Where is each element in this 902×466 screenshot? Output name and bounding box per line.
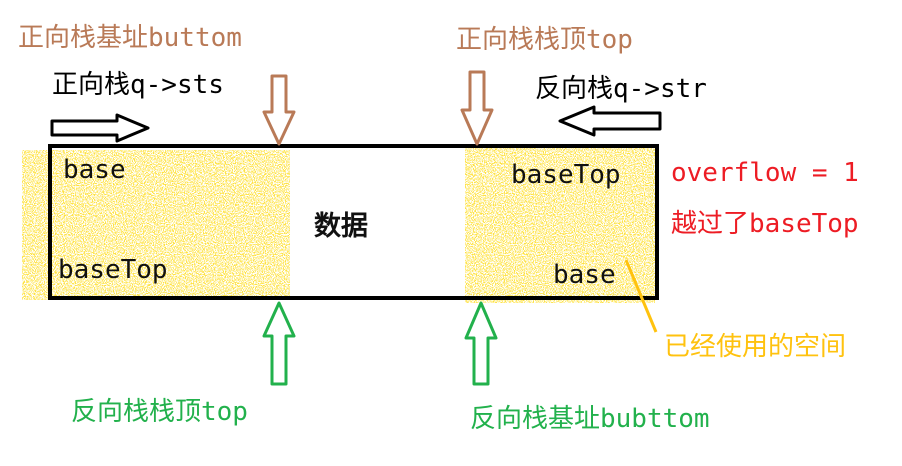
reverse-base-label: 反向栈基址bubttom — [470, 404, 710, 434]
right-basetop-label: baseTop — [511, 160, 621, 190]
up-arrow-icon — [464, 301, 498, 386]
down-arrow-icon — [460, 70, 494, 146]
right-base-label: base — [553, 260, 616, 290]
left-base-label: base — [63, 155, 126, 185]
left-basetop-label: baseTop — [58, 255, 168, 285]
crossed-basetop-label: 越过了baseTop — [671, 209, 859, 239]
forward-top-label: 正向栈栈顶top — [456, 25, 633, 55]
right-arrow-icon — [50, 113, 150, 143]
left-arrow-icon — [558, 105, 662, 137]
down-arrow-icon — [262, 74, 296, 146]
forward-base-label: 正向栈基址buttom — [18, 23, 242, 53]
forward-stack-label: 正向栈q->sts — [52, 70, 224, 100]
data-label: 数据 — [314, 211, 368, 242]
reverse-top-label: 反向栈栈顶top — [71, 397, 248, 427]
used-space-label: 已经使用的空间 — [664, 332, 847, 362]
overflow-label: overflow = 1 — [671, 158, 859, 188]
up-arrow-icon — [262, 301, 296, 386]
reverse-stack-label: 反向栈q->str — [535, 74, 707, 104]
